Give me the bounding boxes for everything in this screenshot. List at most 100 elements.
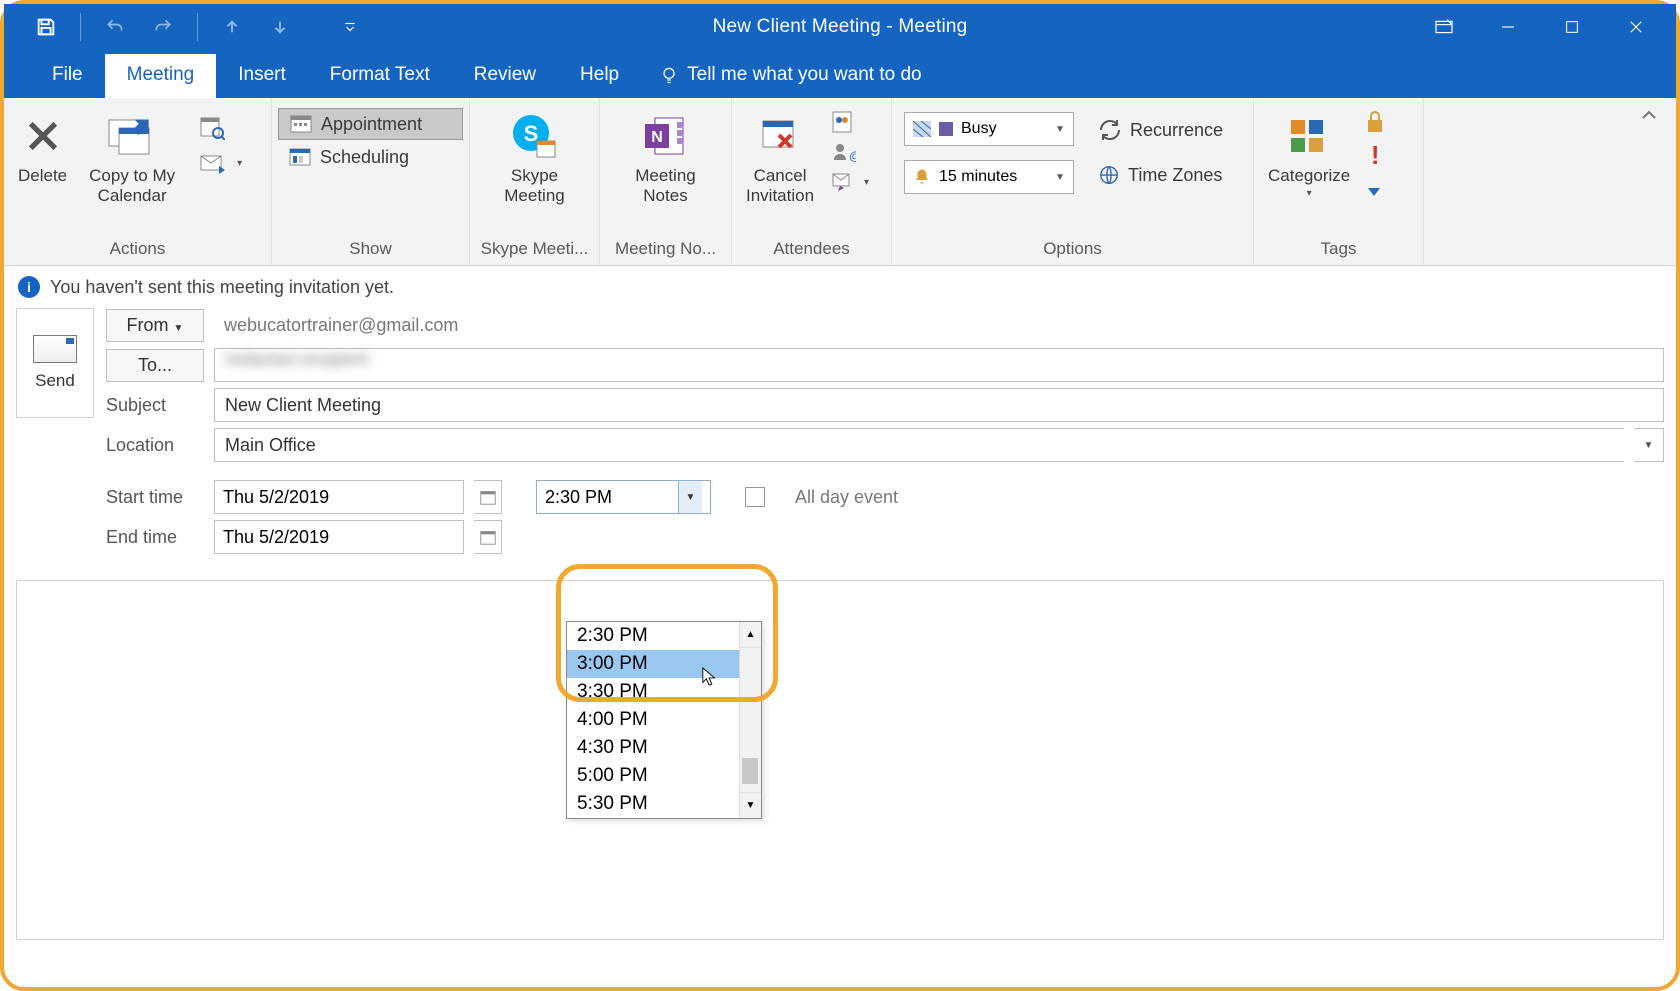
meeting-notes-button[interactable]: N Meeting Notes <box>627 104 703 207</box>
forward-small-button[interactable]: ▾ <box>189 146 252 180</box>
time-option[interactable]: 2:30 PM <box>567 622 761 650</box>
address-book-button[interactable] <box>828 108 871 136</box>
time-option[interactable]: 3:00 PM <box>567 650 761 678</box>
tab-review[interactable]: Review <box>452 54 558 98</box>
skype-icon: S <box>509 111 559 161</box>
group-skype: S Skype Meeting Skype Meeti... <box>470 98 600 265</box>
start-date-picker-button[interactable] <box>474 480 502 514</box>
window-controls <box>1426 13 1676 41</box>
start-date-field[interactable]: Thu 5/2/2019 <box>214 480 464 514</box>
maximize-icon[interactable] <box>1554 13 1590 41</box>
time-zones-button[interactable]: Time Zones <box>1088 160 1233 190</box>
end-date-field[interactable]: Thu 5/2/2019 <box>214 520 464 554</box>
location-field[interactable] <box>214 428 1624 462</box>
skype-meeting-button[interactable]: S Skype Meeting <box>496 104 572 207</box>
undo-icon[interactable] <box>101 13 129 41</box>
close-icon[interactable] <box>1618 13 1654 41</box>
scroll-down-button[interactable]: ▼ <box>739 792 761 818</box>
ribbon-display-options-icon[interactable] <box>1426 13 1462 41</box>
redo-icon[interactable] <box>149 13 177 41</box>
all-day-checkbox[interactable] <box>745 487 765 507</box>
copy-calendar-icon <box>105 114 159 158</box>
location-dropdown-button[interactable]: ▼ <box>1634 428 1664 462</box>
low-importance-button[interactable] <box>1364 176 1386 200</box>
onenote-icon: N <box>641 112 689 160</box>
show-as-icon <box>913 121 931 137</box>
private-button[interactable] <box>1364 110 1386 134</box>
tab-format-text[interactable]: Format Text <box>308 54 452 98</box>
scheduling-icon <box>288 146 312 168</box>
reminder-combo[interactable]: 15 minutes ▼ <box>904 160 1074 194</box>
end-date-picker-button[interactable] <box>474 520 502 554</box>
scroll-up-button[interactable]: ▲ <box>739 622 761 648</box>
quick-access-toolbar <box>4 13 364 41</box>
recurrence-button[interactable]: Recurrence <box>1088 114 1233 146</box>
globe-icon <box>1098 164 1120 186</box>
calendar-small-button[interactable] <box>189 110 252 144</box>
group-label-meeting-notes: Meeting No... <box>606 235 725 265</box>
tell-me-search[interactable]: Tell me what you want to do <box>641 64 935 98</box>
start-time-field[interactable]: 2:30 PM ▼ <box>536 480 711 514</box>
chevron-up-icon <box>1640 108 1658 122</box>
time-option[interactable]: 3:30 PM <box>567 678 761 706</box>
categorize-button[interactable]: Categorize ▾ <box>1260 104 1358 200</box>
calendar-icon <box>479 488 497 506</box>
delete-button[interactable]: Delete <box>10 104 75 186</box>
customize-qat-icon[interactable] <box>336 13 364 41</box>
svg-text:N: N <box>652 129 664 146</box>
appointment-button[interactable]: Appointment <box>278 108 463 140</box>
scrollbar-thumb[interactable] <box>742 758 758 784</box>
group-label-skype: Skype Meeti... <box>476 235 593 265</box>
mouse-cursor-icon <box>701 666 719 688</box>
down-arrow-icon <box>1364 176 1384 200</box>
appointment-icon <box>289 113 313 135</box>
check-names-button[interactable]: @ <box>828 138 871 166</box>
window-title: New Client Meeting - Meeting <box>713 16 968 38</box>
cancel-invitation-button[interactable]: Cancel Invitation <box>738 104 822 207</box>
categorize-icon <box>1287 116 1331 156</box>
forward-mail-icon <box>199 150 229 176</box>
to-button[interactable]: To... <box>106 349 204 382</box>
info-bar: i You haven't sent this meeting invitati… <box>4 266 1676 308</box>
subject-field[interactable] <box>214 388 1664 422</box>
start-time-dropdown-button[interactable]: ▼ <box>678 481 702 513</box>
ribbon-tabs: File Meeting Insert Format Text Review H… <box>4 50 1676 98</box>
time-option[interactable]: 4:00 PM <box>567 706 761 734</box>
show-as-combo[interactable]: Busy ▼ <box>904 112 1074 146</box>
group-label-options: Options <box>898 235 1247 265</box>
group-label-tags: Tags <box>1260 235 1417 265</box>
to-field[interactable]: redacted recipient <box>214 348 1664 382</box>
group-label-attendees: Attendees <box>738 235 885 265</box>
scheduling-button[interactable]: Scheduling <box>278 142 463 172</box>
start-time-dropdown-list[interactable]: ▲ ▼ 2:30 PM3:00 PM3:30 PM4:00 PM4:30 PM5… <box>566 621 762 819</box>
tab-help[interactable]: Help <box>558 54 641 98</box>
svg-text:S: S <box>524 121 539 146</box>
response-options-button[interactable]: ▾ <box>828 168 871 196</box>
calendar-icon <box>479 528 497 546</box>
location-label: Location <box>106 435 204 456</box>
high-importance-button[interactable]: ! <box>1364 142 1386 168</box>
subject-label: Subject <box>106 395 204 416</box>
all-day-label: All day event <box>795 487 898 508</box>
next-item-icon[interactable] <box>266 13 294 41</box>
group-meeting-notes: N Meeting Notes Meeting No... <box>600 98 732 265</box>
tab-insert[interactable]: Insert <box>216 54 308 98</box>
time-option[interactable]: 5:00 PM <box>567 762 761 790</box>
time-option[interactable]: 4:30 PM <box>567 734 761 762</box>
cancel-invitation-icon <box>757 113 803 159</box>
minimize-icon[interactable] <box>1490 13 1526 41</box>
collapse-ribbon-button[interactable] <box>1622 98 1676 265</box>
delete-x-icon <box>22 115 64 157</box>
tab-file[interactable]: File <box>30 54 105 98</box>
meeting-body-editor[interactable] <box>16 580 1664 940</box>
send-button[interactable]: Send <box>16 308 94 418</box>
from-button[interactable]: From ▼ <box>106 309 204 342</box>
tab-meeting[interactable]: Meeting <box>105 54 217 98</box>
bell-icon <box>913 168 931 186</box>
time-option[interactable]: 5:30 PM <box>567 790 761 818</box>
group-actions: Delete Copy to My Calendar <box>4 98 272 265</box>
copy-to-my-calendar-button[interactable]: Copy to My Calendar <box>81 104 183 207</box>
meeting-form: Send From ▼ webucatortrainer@gmail.com T… <box>4 308 1676 566</box>
previous-item-icon[interactable] <box>218 13 246 41</box>
save-icon[interactable] <box>32 13 60 41</box>
